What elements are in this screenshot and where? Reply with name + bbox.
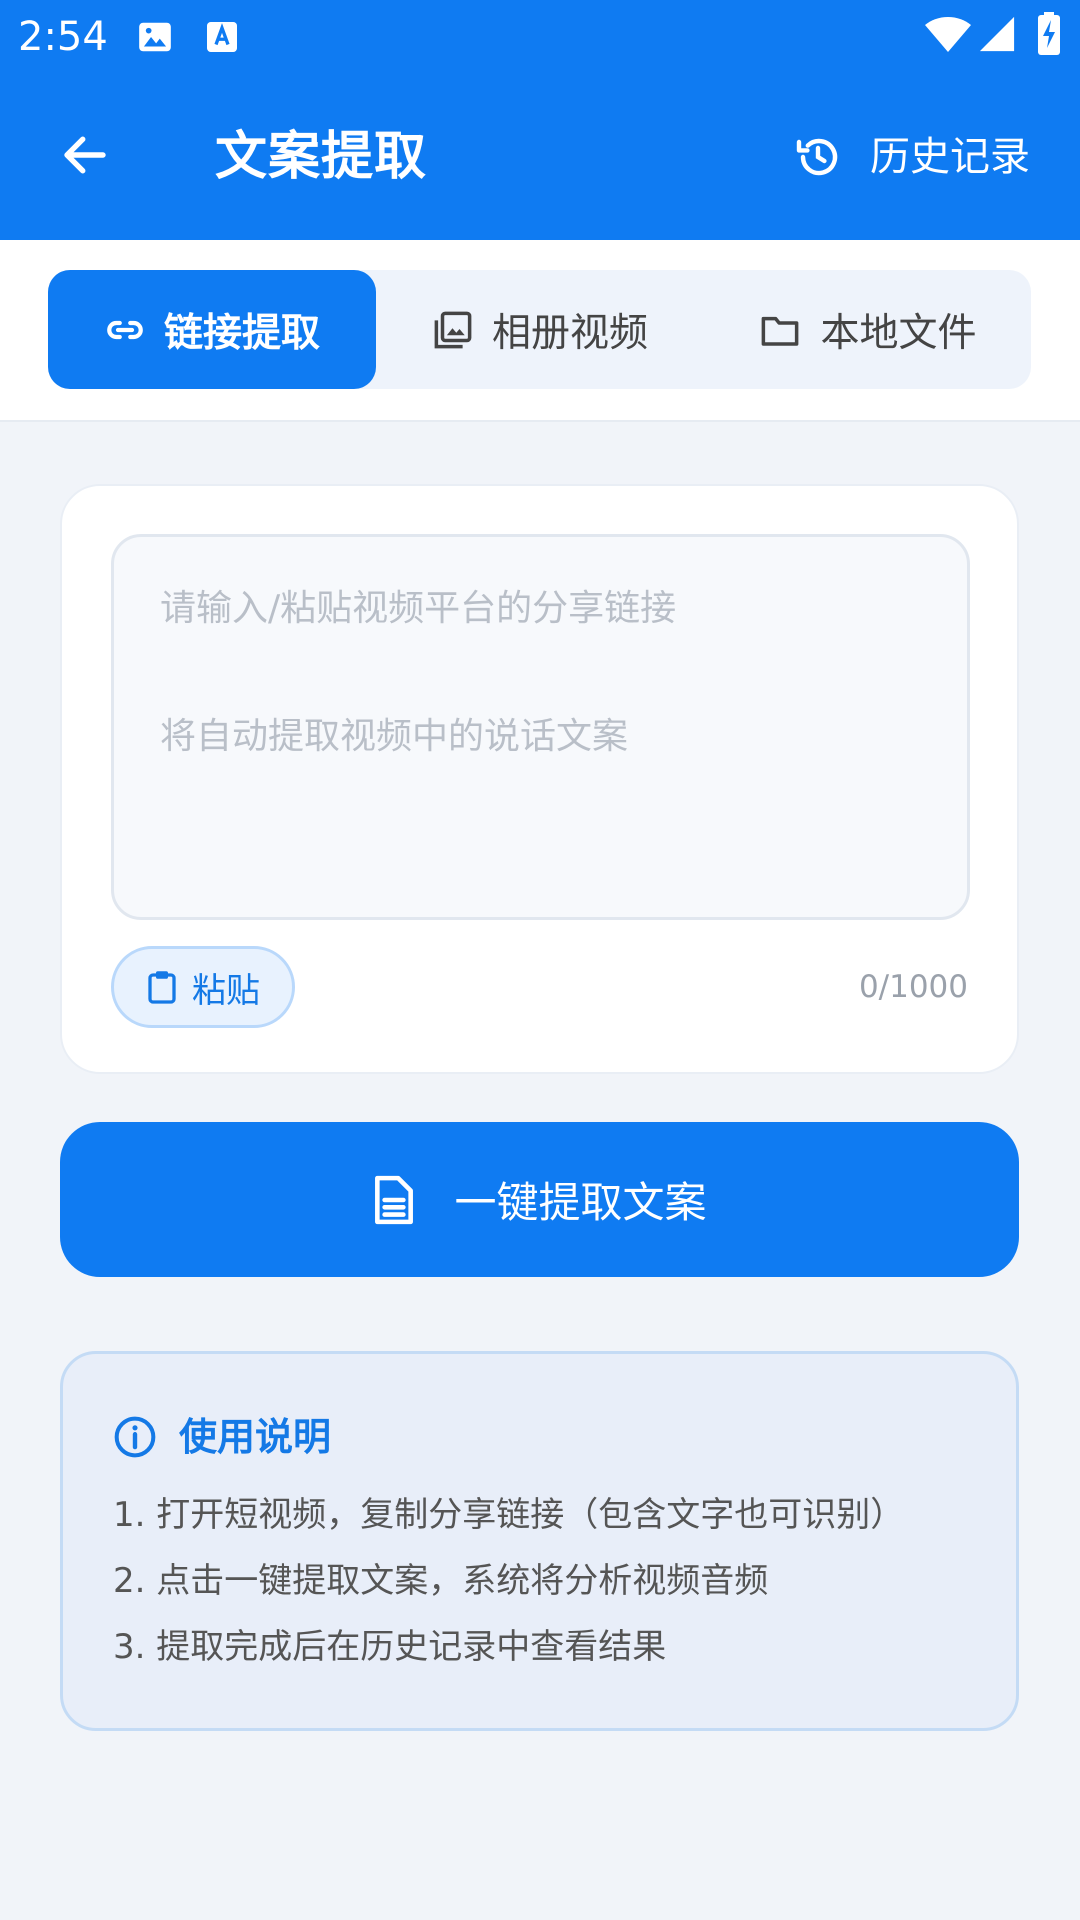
extract-label: 一键提取文案	[454, 1178, 707, 1227]
history-button[interactable]: 历史记录	[794, 126, 1030, 188]
status-time: 2:54	[18, 14, 108, 60]
page-title: 文案提取	[215, 127, 428, 187]
tab-strip: 链接提取 相册视频 本地文件	[0, 240, 1080, 422]
document-icon	[372, 1175, 416, 1225]
instruction-step: 3. 提取完成后在历史记录中查看结果	[113, 1627, 667, 1667]
tab-label: 相册视频	[491, 310, 648, 356]
paste-label: 粘贴	[192, 970, 260, 1011]
battery-charging-icon	[1036, 12, 1062, 56]
clipboard-icon	[146, 969, 178, 1005]
tab-label: 链接提取	[163, 310, 320, 356]
instructions-card: 使用说明 1. 打开短视频，复制分享链接（包含文字也可识别） 2. 点击一键提取…	[60, 1351, 1019, 1731]
image-icon	[136, 18, 174, 56]
status-bar: 2:54	[0, 0, 1080, 74]
input-card: 粘贴 0/1000	[60, 484, 1019, 1074]
link-icon	[104, 309, 146, 351]
tab-link-extract[interactable]: 链接提取	[48, 270, 376, 389]
signal-icon	[978, 14, 1016, 54]
folder-icon	[758, 309, 802, 351]
link-input[interactable]	[111, 534, 970, 920]
instruction-step: 1. 打开短视频，复制分享链接（包含文字也可识别）	[113, 1495, 905, 1535]
wifi-icon	[924, 14, 972, 54]
tab-album-video[interactable]: 相册视频	[376, 270, 704, 389]
tab-local-file[interactable]: 本地文件	[704, 270, 1031, 389]
tab-group: 链接提取 相册视频 本地文件	[48, 270, 1031, 389]
instructions-title: 使用说明	[179, 1415, 332, 1459]
paste-button[interactable]: 粘贴	[111, 946, 295, 1028]
history-icon	[794, 133, 842, 181]
keyboard-a-icon	[204, 18, 240, 56]
info-icon	[113, 1415, 157, 1459]
history-label: 历史记录	[870, 134, 1030, 180]
char-count: 0/1000	[858, 969, 968, 1005]
tab-label: 本地文件	[820, 310, 977, 356]
extract-button[interactable]: 一键提取文案	[60, 1122, 1019, 1277]
app-bar: 文案提取 历史记录	[0, 74, 1080, 240]
photo-library-icon	[432, 309, 474, 351]
instructions-header: 使用说明	[113, 1412, 331, 1462]
instructions-steps: 1. 打开短视频，复制分享链接（包含文字也可识别） 2. 点击一键提取文案，系统…	[113, 1482, 993, 1680]
arrow-left-icon	[58, 128, 112, 182]
back-button[interactable]	[50, 120, 120, 190]
instruction-step: 2. 点击一键提取文案，系统将分析视频音频	[113, 1561, 769, 1601]
